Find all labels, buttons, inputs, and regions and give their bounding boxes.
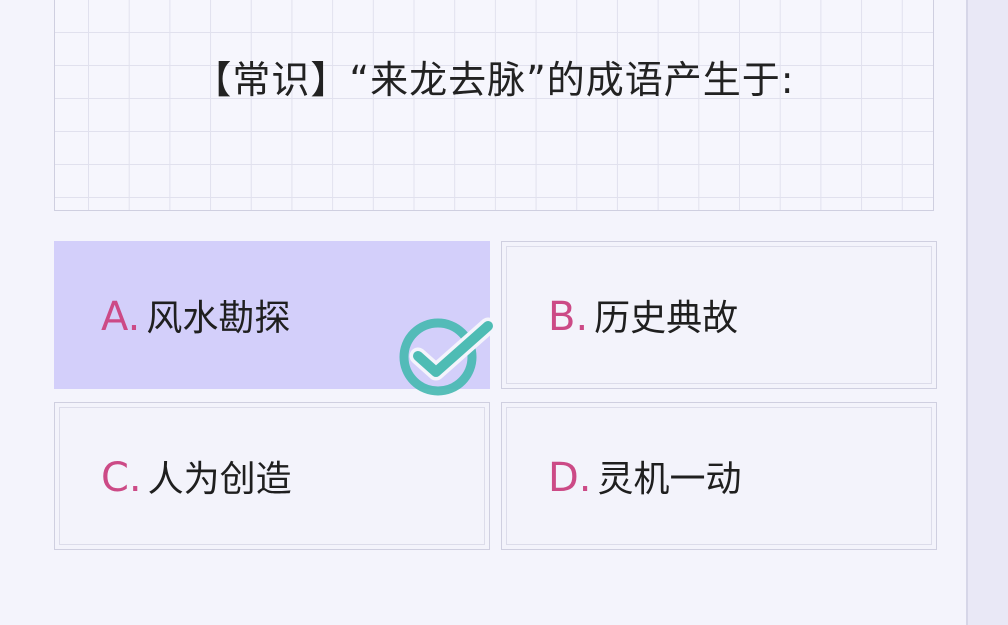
option-d[interactable]: D. 灵机一动 bbox=[501, 402, 937, 550]
option-b[interactable]: B. 历史典故 bbox=[501, 241, 937, 389]
option-c-label: 人为创造 bbox=[147, 459, 292, 500]
option-b-letter: B. bbox=[548, 294, 589, 340]
option-a-label: 风水勘探 bbox=[146, 298, 291, 339]
option-d-letter: D. bbox=[548, 455, 592, 501]
option-d-label: 灵机一动 bbox=[597, 459, 742, 500]
question-text: 【常识】“来龙去脉”的成语产生于: bbox=[193, 58, 795, 102]
option-c[interactable]: C. 人为创造 bbox=[54, 402, 490, 550]
checkmark-circle-icon bbox=[399, 317, 494, 396]
quiz-panel: 【常识】“来龙去脉”的成语产生于: A. 风水勘探 B. 历史典故 C. 人为创… bbox=[0, 0, 968, 625]
option-b-label: 历史典故 bbox=[594, 298, 739, 339]
option-c-letter: C. bbox=[101, 455, 142, 501]
question-card: 【常识】“来龙去脉”的成语产生于: bbox=[54, 0, 934, 211]
option-a-letter: A. bbox=[101, 294, 141, 340]
